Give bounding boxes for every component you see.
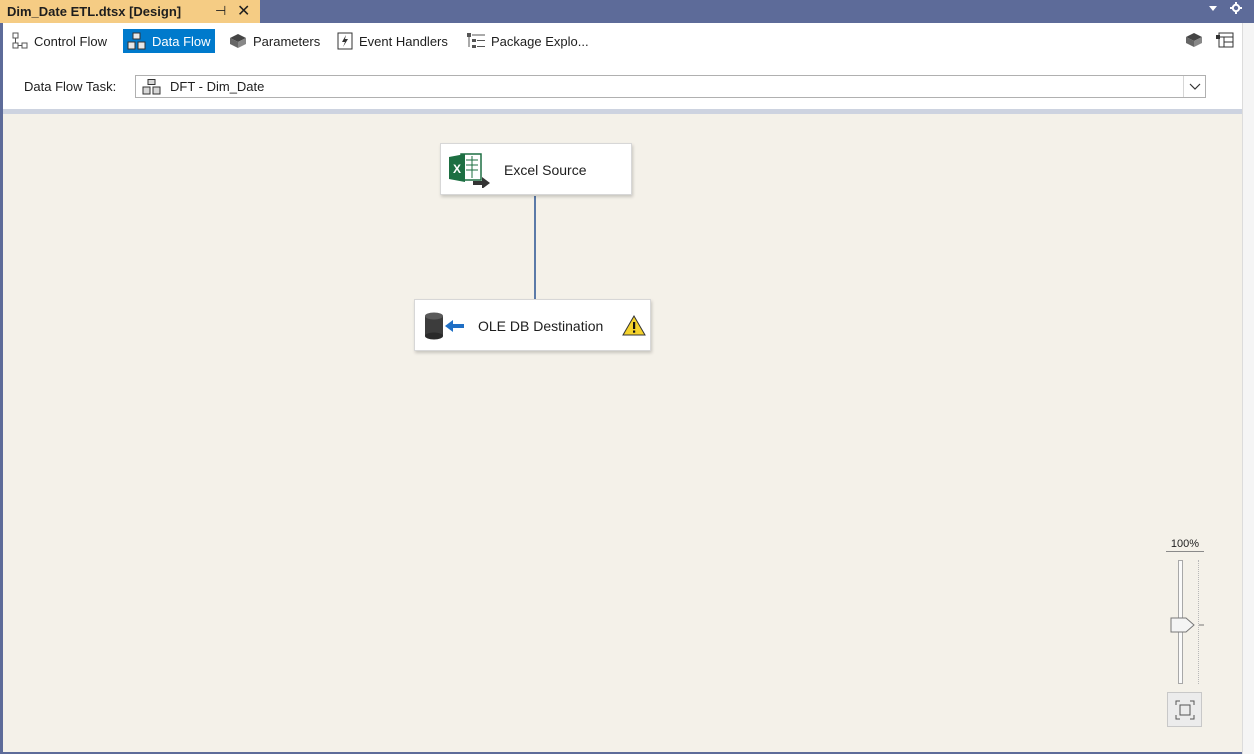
zoom-fit-icon	[1175, 700, 1194, 719]
oledb-destination-component[interactable]: OLE DB Destination	[414, 299, 651, 351]
tab-event-handlers[interactable]: Event Handlers	[332, 29, 452, 53]
tab-label: Control Flow	[34, 33, 107, 49]
close-icon[interactable]: ✕	[237, 1, 250, 21]
document-tab[interactable]: Dim_Date ETL.dtsx [Design] ⊣ ✕	[0, 0, 260, 23]
svg-text:X: X	[453, 162, 461, 176]
event-handlers-icon	[337, 32, 353, 50]
toolbox-icon[interactable]	[1215, 31, 1235, 52]
parameters-icon	[230, 34, 246, 48]
chevron-down-icon[interactable]	[1183, 76, 1205, 97]
dropdown-menu-icon[interactable]	[1208, 2, 1218, 17]
excel-source-icon: X	[449, 153, 490, 188]
data-flow-canvas[interactable]: X Excel Source OLE DB Destination 100%	[3, 114, 1242, 752]
tab-package-explorer[interactable]: Package Explo...	[462, 29, 593, 53]
window-right-edge	[1242, 23, 1254, 754]
package-explorer-icon	[467, 33, 485, 48]
data-flow-task-dropdown[interactable]: DFT - Dim_Date	[135, 75, 1206, 98]
zoom-level: 100%	[1166, 538, 1204, 552]
settings-gear-icon[interactable]	[1230, 2, 1242, 17]
tab-label: Package Explo...	[491, 33, 589, 49]
component-label: Excel Source	[504, 162, 587, 178]
tab-label: Data Flow	[152, 33, 211, 49]
tab-label: Event Handlers	[359, 33, 448, 49]
data-flow-task-label: Data Flow Task:	[24, 79, 117, 94]
data-flow-icon	[127, 32, 146, 50]
tab-parameters[interactable]: Parameters	[224, 29, 324, 53]
document-tab-title: Dim_Date ETL.dtsx [Design]	[7, 4, 182, 19]
package-designer: Control Flow Data Flow Parameters Event …	[3, 23, 1242, 752]
designer-toolbar: Control Flow Data Flow Parameters Event …	[3, 23, 1242, 59]
pin-icon[interactable]: ⊣	[215, 3, 226, 19]
tab-data-flow[interactable]: Data Flow	[123, 29, 215, 53]
tab-strip-controls	[1208, 2, 1242, 17]
data-flow-task-value: DFT - Dim_Date	[170, 79, 265, 94]
data-flow-task-row: Data Flow Task: DFT - Dim_Date	[3, 73, 1242, 101]
control-flow-icon	[12, 32, 28, 49]
zoom-slider-thumb[interactable]	[1170, 616, 1208, 636]
oledb-destination-icon	[425, 312, 464, 340]
zoom-control: 100%	[1166, 538, 1206, 728]
connector-layer	[529, 196, 541, 320]
zoom-to-fit-button[interactable]	[1167, 692, 1202, 727]
component-label: OLE DB Destination	[478, 318, 604, 334]
warning-icon[interactable]	[622, 315, 646, 336]
excel-source-component[interactable]: X Excel Source	[440, 143, 632, 195]
tab-control-flow[interactable]: Control Flow	[7, 29, 111, 53]
tab-label: Parameters	[253, 33, 321, 49]
variables-icon[interactable]	[1184, 31, 1204, 52]
data-flow-task-icon	[142, 78, 161, 94]
document-tab-strip: Dim_Date ETL.dtsx [Design] ⊣ ✕	[0, 0, 1254, 23]
